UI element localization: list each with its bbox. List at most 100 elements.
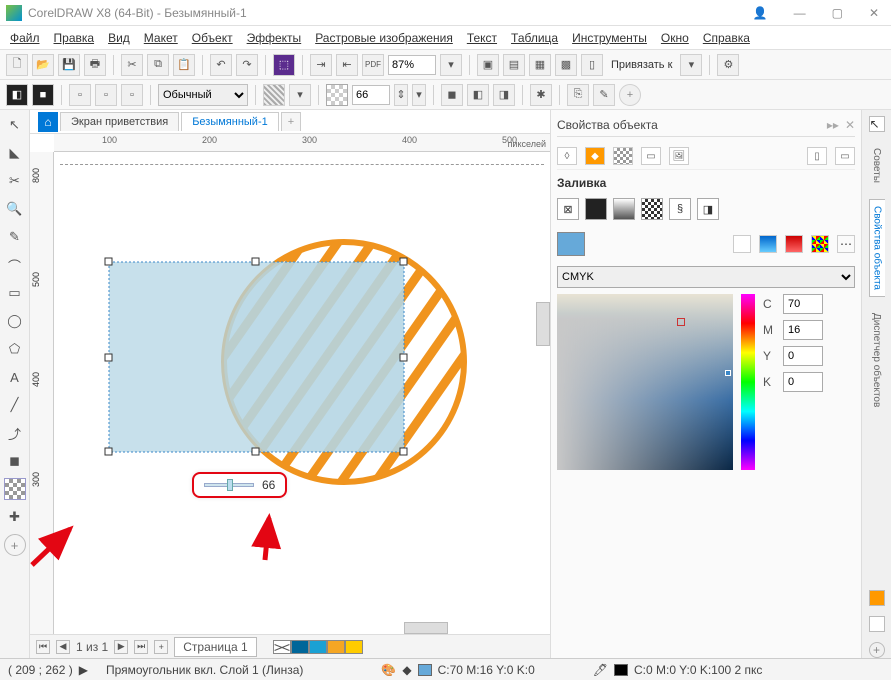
paste-button[interactable]: 📋 — [173, 54, 195, 76]
next-page-button[interactable]: ▶ — [114, 640, 128, 654]
snap-drop[interactable]: ▾ — [680, 54, 702, 76]
menu-tools[interactable]: Инструменты — [572, 31, 647, 45]
profile-icon[interactable]: 👤 — [747, 4, 774, 22]
menu-file[interactable]: Файл — [10, 31, 40, 45]
freehand-tool[interactable]: ✎ — [4, 226, 26, 248]
transparency-mode[interactable]: Обычный — [158, 84, 248, 106]
shadow-tool[interactable]: ◼ — [4, 450, 26, 472]
docker-obj-props[interactable]: Свойства объекта — [869, 199, 885, 297]
color-viewer1-icon[interactable] — [759, 235, 777, 253]
panel-collapse-icon[interactable]: ▸▸ — [827, 118, 839, 132]
swatch-none[interactable] — [273, 640, 291, 654]
apply-fill-button[interactable]: ◧ — [467, 84, 489, 106]
fountain-fill-button[interactable] — [613, 198, 635, 220]
noicon1[interactable]: ▫ — [69, 84, 91, 106]
artistic-tool[interactable]: ⌒ — [4, 254, 26, 276]
docker-tips[interactable]: Советы — [869, 142, 884, 189]
tab-mode[interactable]: ▭ — [835, 147, 855, 165]
connector-tool[interactable]: ⤴ — [4, 422, 26, 444]
zoom-tool[interactable]: 🔍 — [4, 198, 26, 220]
last-page-button[interactable]: ⏭ — [134, 640, 148, 654]
pick-tool[interactable]: ↖ — [4, 114, 26, 136]
apply-all-button[interactable]: ◼ — [441, 84, 463, 106]
docker-obj-manager[interactable]: Диспетчер объектов — [869, 307, 884, 413]
import2-button[interactable]: ⇤ — [336, 54, 358, 76]
first-page-button[interactable]: ⏮ — [36, 640, 50, 654]
outline-tab[interactable]: ◊ — [557, 147, 577, 165]
zoom-drop[interactable]: ▾ — [440, 54, 462, 76]
fill-tab[interactable]: ◆ — [585, 147, 605, 165]
color-marker[interactable] — [677, 318, 685, 326]
rectangle-tool[interactable]: ▭ — [4, 282, 26, 304]
new-button[interactable]: 🗋 — [6, 54, 28, 76]
menu-table[interactable]: Таблица — [511, 31, 558, 45]
color-wheel-icon[interactable]: 🎨 — [381, 663, 396, 677]
menu-bitmaps[interactable]: Растровые изображения — [315, 31, 453, 45]
fullscreen-button[interactable]: ▣ — [477, 54, 499, 76]
scroll-mode[interactable]: ▯ — [807, 147, 827, 165]
uniform-fill-button[interactable] — [585, 198, 607, 220]
transparency-tab[interactable] — [613, 147, 633, 165]
color-palette-icon[interactable] — [811, 235, 829, 253]
menu-window[interactable]: Окно — [661, 31, 689, 45]
menu-view[interactable]: Вид — [108, 31, 130, 45]
add-tool[interactable]: + — [4, 534, 26, 556]
edit-fill-button[interactable]: ◧ — [6, 84, 28, 106]
outline-color-button[interactable]: ■ — [32, 84, 54, 106]
undo-button[interactable]: ↶ — [210, 54, 232, 76]
menu-text[interactable]: Текст — [467, 31, 497, 45]
noicon2[interactable]: ▫ — [95, 84, 117, 106]
opacity-spin[interactable]: ⇕ — [394, 84, 408, 106]
menu-object[interactable]: Объект — [192, 31, 233, 45]
tab-add[interactable]: + — [281, 112, 301, 131]
scrollbar-vertical[interactable] — [536, 302, 550, 346]
noicon3[interactable]: ▫ — [121, 84, 143, 106]
color-marker-2[interactable] — [725, 370, 731, 376]
current-color-swatch[interactable] — [557, 232, 585, 256]
canvas[interactable] — [54, 152, 550, 634]
guides-button[interactable]: ▦ — [529, 54, 551, 76]
opacity-input[interactable] — [352, 85, 390, 105]
hue-slider[interactable] — [741, 294, 755, 470]
print-button[interactable]: 🖶 — [84, 54, 106, 76]
frame-tab[interactable]: ▭ — [641, 147, 661, 165]
crop-tool[interactable]: ✂ — [4, 170, 26, 192]
pattern-fill-button[interactable] — [641, 198, 663, 220]
swatch-4[interactable] — [345, 640, 363, 654]
export-button[interactable]: ⇥ — [310, 54, 332, 76]
edit-trans-button[interactable]: ✎ — [593, 84, 615, 106]
more-options-icon[interactable]: ⋯ — [837, 235, 855, 253]
apply-outline-button[interactable]: ◨ — [493, 84, 515, 106]
redo-button[interactable]: ↷ — [236, 54, 258, 76]
page-tab[interactable]: Страница 1 — [174, 637, 256, 657]
color-model-select[interactable]: CMYK — [557, 266, 855, 288]
cmyk-k-input[interactable] — [783, 372, 823, 392]
pick-mini-icon[interactable]: ↖ — [869, 116, 885, 132]
bitmap-tab[interactable]: 🖼 — [669, 147, 689, 165]
swatch-2[interactable] — [309, 640, 327, 654]
texture-fill-button[interactable]: § — [669, 198, 691, 220]
minimize-button[interactable]: — — [788, 4, 812, 22]
save-button[interactable]: 💾 — [58, 54, 80, 76]
grid-button[interactable]: ▤ — [503, 54, 525, 76]
color-viewer2-icon[interactable] — [785, 235, 803, 253]
pdf-button[interactable]: PDF — [362, 54, 384, 76]
zoom-input[interactable] — [388, 55, 436, 75]
copy-props-button[interactable]: ⎘ — [567, 84, 589, 106]
menu-effects[interactable]: Эффекты — [247, 31, 302, 45]
eyedropper-icon[interactable] — [733, 235, 751, 253]
dimension-tool[interactable]: ╱ — [4, 394, 26, 416]
open-button[interactable]: 📂 — [32, 54, 54, 76]
menu-edit[interactable]: Правка — [54, 31, 95, 45]
polygon-tool[interactable]: ⬠ — [4, 338, 26, 360]
swatch-mini[interactable] — [869, 590, 885, 606]
transparency-tool[interactable] — [4, 478, 26, 500]
add-page-button[interactable]: + — [154, 640, 168, 654]
import-button[interactable]: ⬚ — [273, 54, 295, 76]
snap-label[interactable]: Привязать к — [607, 59, 676, 71]
swatch-3[interactable] — [327, 640, 345, 654]
freeze-button[interactable]: ✱ — [530, 84, 552, 106]
copy-button[interactable]: ⧉ — [147, 54, 169, 76]
tab-welcome[interactable]: Экран приветствия — [60, 112, 179, 131]
menu-layout[interactable]: Макет — [144, 31, 178, 45]
